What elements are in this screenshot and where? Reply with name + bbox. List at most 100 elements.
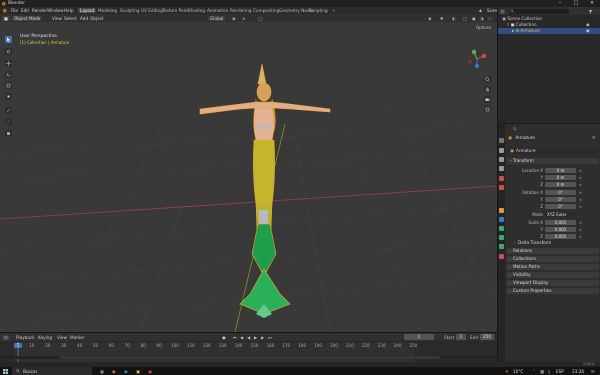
timeline-editor-type[interactable]: ◷: [2, 334, 10, 340]
snap-icon[interactable]: ➤: [242, 16, 246, 21]
object-tab-icon[interactable]: [499, 208, 504, 213]
taskbar-search-box[interactable]: Buscar: [12, 367, 92, 375]
viewport-menu-view[interactable]: View: [52, 16, 62, 21]
pan-hand-icon[interactable]: [484, 86, 491, 93]
lock-icon[interactable]: ⎈: [579, 175, 582, 181]
tab-texture-paint[interactable]: Texture Paint: [162, 8, 189, 13]
render-tab-icon[interactable]: [499, 148, 504, 153]
search-icon[interactable]: [512, 126, 517, 132]
play-reverse-button[interactable]: ◀: [247, 335, 250, 340]
timeline-menu-playback[interactable]: Playback: [16, 335, 35, 340]
cursor-tool[interactable]: [5, 48, 12, 55]
blender-menu-icon[interactable]: [2, 8, 7, 13]
rotation-mode-select[interactable]: XYZ Euler: [545, 212, 576, 218]
orientation-selector[interactable]: Global: [208, 15, 226, 21]
proportional-edit-icon[interactable]: ◯: [258, 16, 263, 21]
lock-icon[interactable]: ⎈: [579, 190, 582, 196]
viewport-display-panel[interactable]: Viewport Display: [507, 280, 599, 286]
menu-window[interactable]: Window: [47, 8, 64, 13]
scale-z-field[interactable]: 0.005: [545, 234, 576, 240]
jump-end-button[interactable]: ⏭: [268, 335, 272, 340]
task-view-icon[interactable]: ▦: [100, 369, 104, 374]
outliner-editor-icon[interactable]: [500, 9, 505, 14]
menu-edit[interactable]: Edit: [21, 8, 29, 13]
viewport-menu-select[interactable]: Select: [64, 16, 77, 21]
viewport-canvas[interactable]: [0, 14, 497, 332]
scale-tool[interactable]: [5, 82, 12, 89]
visibility-eye-icon[interactable]: ◉: [586, 28, 590, 34]
taskbar-clock[interactable]: 23:26: [572, 369, 584, 374]
scale-y-field[interactable]: 0.005: [545, 227, 576, 233]
transform-panel-header[interactable]: Transform: [507, 157, 599, 164]
network-icon[interactable]: ▩: [540, 369, 544, 374]
pivot-icon[interactable]: ◉: [232, 16, 236, 21]
overlays-icon[interactable]: ◐: [452, 16, 456, 21]
physics-tab-icon[interactable]: [499, 226, 504, 231]
add-cube-tool[interactable]: [5, 130, 12, 137]
annotate-tool[interactable]: [5, 107, 12, 114]
viewport-menu-add[interactable]: Add: [80, 16, 88, 21]
play-button[interactable]: ▶: [254, 335, 257, 340]
motion-paths-panel[interactable]: Motion Paths: [507, 264, 599, 270]
menu-help[interactable]: Help: [64, 8, 74, 13]
delta-transform-panel[interactable]: Delta Transform: [512, 240, 598, 246]
pin-icon[interactable]: ✲: [592, 135, 596, 141]
relations-panel[interactable]: Relations: [507, 248, 599, 254]
tab-layout[interactable]: Layout: [78, 8, 97, 13]
zoom-icon[interactable]: [484, 76, 491, 83]
tool-tab-icon[interactable]: [499, 138, 504, 143]
mode-selector[interactable]: Object Mode: [12, 15, 43, 21]
close-window-button[interactable]: ×: [584, 0, 600, 7]
custom-properties-panel[interactable]: Custom Properties: [507, 288, 599, 294]
select-box-tool[interactable]: [5, 36, 12, 43]
view-layer-tab-icon[interactable]: [499, 166, 504, 171]
location-y-field[interactable]: 0 m: [545, 175, 576, 181]
maximize-button[interactable]: □: [568, 0, 584, 7]
menu-render[interactable]: Render: [32, 8, 47, 13]
shading-material-icon[interactable]: ◑: [480, 16, 484, 21]
lock-icon[interactable]: ⎈: [579, 168, 582, 174]
current-frame-field[interactable]: 1: [404, 334, 434, 340]
prev-keyframe-button[interactable]: ◀: [240, 335, 243, 340]
shading-solid-icon[interactable]: ●: [472, 16, 476, 21]
start-frame-field[interactable]: 1: [456, 334, 466, 340]
tab-uv-editing[interactable]: UV Editing: [141, 8, 163, 13]
lock-icon[interactable]: ⎈: [579, 204, 582, 210]
notifications-icon[interactable]: ✉: [591, 369, 595, 374]
tab-rendering[interactable]: Rendering: [230, 8, 251, 13]
filter-icon[interactable]: [588, 9, 593, 14]
object-name-field[interactable]: ▣ Armature: [508, 148, 598, 154]
bone-tab-icon[interactable]: [499, 254, 504, 259]
timeline-menu-marker[interactable]: Marker: [70, 335, 84, 340]
chevron-up-icon[interactable]: ˄: [533, 369, 535, 374]
jump-start-button[interactable]: ⏮: [233, 335, 237, 340]
tab-modeling[interactable]: Modeling: [98, 8, 117, 13]
data-tab-icon[interactable]: [499, 244, 504, 249]
move-tool[interactable]: [5, 60, 12, 67]
modifiers-tab-icon[interactable]: [499, 217, 504, 222]
rotation-x-field[interactable]: 0°: [545, 190, 576, 196]
timeline-menu-view[interactable]: View: [57, 335, 67, 340]
explorer-taskbar-icon[interactable]: ▣: [136, 369, 140, 374]
outliner-search-input[interactable]: [509, 8, 569, 14]
collections-panel[interactable]: Collections: [507, 256, 599, 262]
minimize-button[interactable]: –: [552, 0, 568, 7]
blender-taskbar-icon[interactable]: ◉: [112, 369, 116, 374]
location-x-field[interactable]: 0 m: [545, 168, 576, 174]
transform-tool[interactable]: [5, 93, 12, 100]
tab-scripting[interactable]: Scripting: [309, 8, 328, 13]
lock-icon[interactable]: ⎈: [579, 227, 582, 233]
edge-taskbar-icon[interactable]: ◉: [124, 369, 128, 374]
add-workspace-button[interactable]: +: [332, 8, 336, 13]
end-frame-field[interactable]: 250: [480, 334, 494, 340]
record-button[interactable]: ●: [222, 335, 226, 340]
windows-start-icon[interactable]: [3, 368, 8, 374]
lock-icon[interactable]: ⎈: [579, 197, 582, 203]
outliner-row-armature[interactable]: ▸ ❂ Armature ◉: [498, 28, 600, 34]
tab-shading[interactable]: Shading: [188, 8, 205, 13]
measure-tool[interactable]: [5, 118, 12, 125]
perspective-toggle-icon[interactable]: [484, 106, 491, 113]
next-keyframe-button[interactable]: ▶: [261, 335, 264, 340]
lock-icon[interactable]: ⎈: [579, 182, 582, 188]
rotate-tool[interactable]: [5, 71, 12, 78]
